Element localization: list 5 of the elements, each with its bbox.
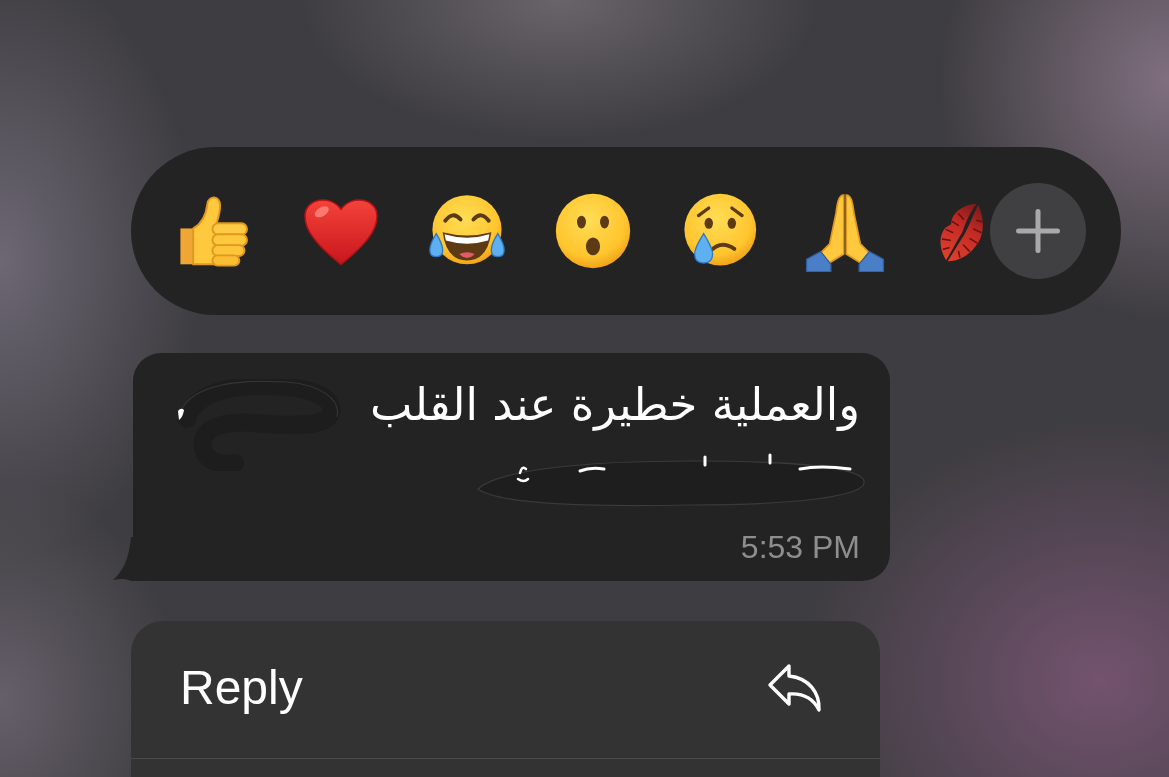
- reply-icon: [767, 662, 823, 713]
- reply-menu-item[interactable]: Reply: [131, 621, 880, 759]
- message-text: والعملية خطيرة عند القلب: [370, 377, 860, 433]
- plus-icon: [1016, 209, 1060, 253]
- message-time: 5:53 PM: [740, 529, 860, 565]
